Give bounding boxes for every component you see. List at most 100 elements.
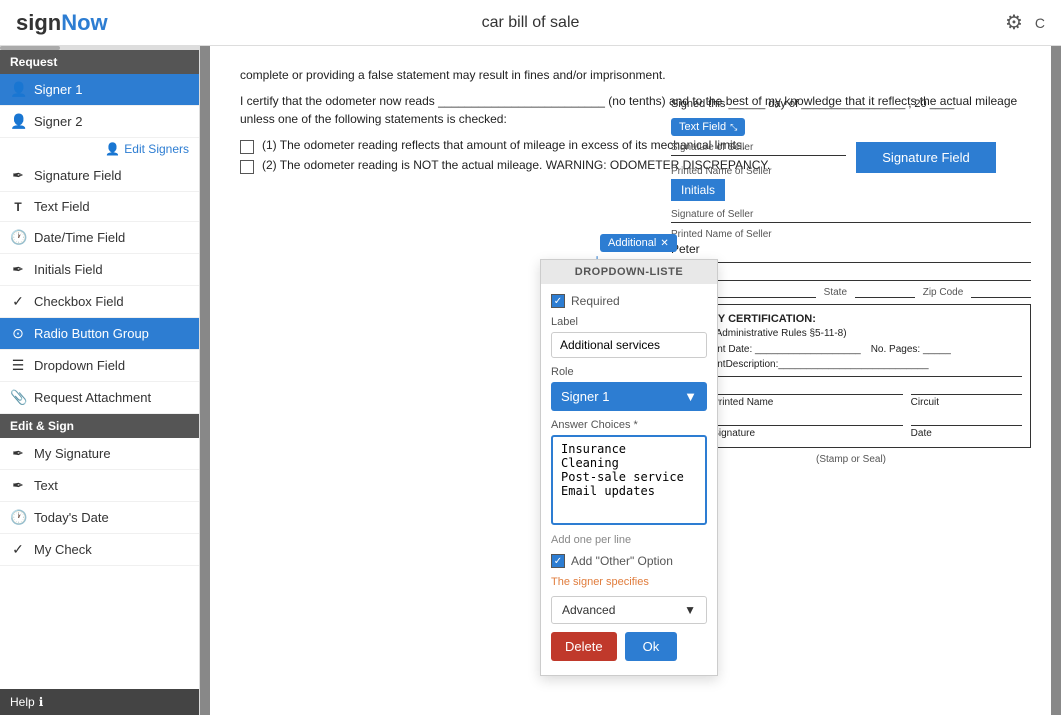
initials-label: Initials <box>681 183 715 197</box>
no-pages-label: No. Pages: _____ <box>871 344 951 355</box>
text-edit-icon: ✒ <box>10 477 26 494</box>
notary-grid: Notary Printed Name Circuit <box>680 376 1022 408</box>
edit-signers-label: Edit Signers <box>124 142 189 156</box>
chevron-down-icon: ▼ <box>684 389 697 404</box>
required-checkbox[interactable]: ✓ <box>551 294 565 308</box>
help-label: Help <box>10 695 35 709</box>
notary-title: NOTARY CERTIFICATION: <box>680 313 1022 325</box>
sidebar-item-text[interactable]: ✒ Text <box>0 470 199 502</box>
circuit-line <box>911 381 1022 395</box>
printed-name-label: Printed Name of Seller <box>671 166 846 177</box>
circuit-label: Circuit <box>911 397 1022 408</box>
chevron-advanced-icon: ▼ <box>684 603 696 617</box>
sidebar-item-my-signature[interactable]: ✒ My Signature <box>0 438 199 470</box>
settings-icon[interactable]: ⚙ <box>1005 10 1023 35</box>
text-field-label: Text Field <box>679 121 726 133</box>
edit-signers-button[interactable]: 👤 Edit Signers <box>0 138 199 160</box>
address-line <box>671 280 1031 281</box>
delete-button[interactable]: Delete <box>551 632 617 661</box>
modal-header: DROPDOWN-LISTE <box>541 260 717 284</box>
initials-bubble[interactable]: Initials <box>671 179 725 201</box>
label-section-label: Label <box>551 316 707 328</box>
label-input[interactable] <box>551 332 707 358</box>
help-button[interactable]: Help ℹ <box>0 689 199 715</box>
signer2-icon: 👤 <box>10 113 26 130</box>
sidebar-item-todays-date[interactable]: 🕐 Today's Date <box>0 502 199 534</box>
signature-field-bubble[interactable]: Signature Field <box>856 142 996 173</box>
check-icon: ✓ <box>10 541 26 558</box>
add-other-row: ✓ Add "Other" Option <box>551 554 707 568</box>
signer1-label: Signer 1 <box>34 82 82 97</box>
signature-field-label: Signature Field <box>882 150 969 165</box>
dropdown-modal: DROPDOWN-LISTE ✓ Required Label Role Sig… <box>540 259 718 676</box>
datetime-field-label: Date/Time Field <box>34 230 125 245</box>
state-line <box>855 297 915 298</box>
sig-line2 <box>671 222 1031 223</box>
sidebar-item-my-check[interactable]: ✓ My Check <box>0 534 199 566</box>
advanced-button[interactable]: Advanced ▼ <box>551 596 707 624</box>
document-title: car bill of sale <box>482 14 580 32</box>
sig-left: Signature of Seller Printed Name of Sell… <box>671 142 846 201</box>
sidebar-item-datetime-field[interactable]: 🕐 Date/Time Field <box>0 222 199 254</box>
add-other-checkbox[interactable]: ✓ <box>551 554 565 568</box>
required-row: ✓ Required <box>551 294 707 308</box>
notary-date-label: Date <box>911 428 1022 439</box>
sidebar-item-signature-field[interactable]: ✒ Signature Field <box>0 160 199 192</box>
add-one-per-line-label: Add one per line <box>551 534 707 546</box>
sidebar-item-request-attachment[interactable]: 📎 Request Attachment <box>0 382 199 414</box>
text-field-row: Text Field ⤡ <box>671 118 1031 136</box>
text-field-bubble[interactable]: Text Field ⤡ <box>671 118 745 136</box>
ok-button[interactable]: Ok <box>625 632 678 661</box>
answer-choices-label: Answer Choices * <box>551 419 707 431</box>
sig-line1 <box>671 155 846 156</box>
request-section-header: Request <box>0 50 199 74</box>
document-page: complete or providing a false statement … <box>210 46 1051 715</box>
checkbox2[interactable] <box>240 160 254 174</box>
state-label: State <box>824 287 847 298</box>
additional-tag-label: Additional <box>608 237 656 249</box>
answer-choices-textarea[interactable]: Insurance Cleaning Post-sale service Ema… <box>551 435 707 525</box>
right-doc-section: Signed this ______ day of ______________… <box>671 96 1031 465</box>
sidebar-item-checkbox-field[interactable]: ✓ Checkbox Field <box>0 286 199 318</box>
doc-text1: complete or providing a false statement … <box>240 66 1021 84</box>
checkbox-field-label: Checkbox Field <box>34 294 124 309</box>
sig-of-seller-label: Signature of Seller <box>671 142 846 153</box>
signer2-label: Signer 2 <box>34 114 82 129</box>
role-dropdown-button[interactable]: Signer 1 ▼ <box>551 382 707 411</box>
checkbox1[interactable] <box>240 140 254 154</box>
sidebar-item-initials-field[interactable]: ✒ Initials Field <box>0 254 199 286</box>
sidebar-item-text-field[interactable]: T Text Field <box>0 192 199 222</box>
modal-footer: Delete Ok <box>551 632 707 665</box>
sidebar-item-dropdown-field[interactable]: ☰ Dropdown Field <box>0 350 199 382</box>
edit-signers-person-icon: 👤 <box>105 142 120 156</box>
request-attachment-label: Request Attachment <box>34 390 151 405</box>
notary-date-line <box>911 412 1022 426</box>
notary-doc-row: Document Date: ___________________ No. P… <box>680 344 1022 355</box>
sidebar: Request 👤 Signer 1 👤 Signer 2 👤 Edit Sig… <box>0 46 200 715</box>
additional-tag[interactable]: Additional ✕ <box>600 234 677 252</box>
clock-icon: 🕐 <box>10 229 26 246</box>
advanced-label: Advanced <box>562 603 615 617</box>
user-icon[interactable]: C <box>1035 15 1045 31</box>
printed-name-value: Peter <box>671 242 1031 256</box>
signed-this-row: Signed this ______ day of ______________… <box>671 96 1031 110</box>
checkbox-icon: ✓ <box>10 293 26 310</box>
modal-body: ✓ Required Label Role Signer 1 ▼ Answer … <box>541 284 717 675</box>
close-icon[interactable]: ✕ <box>660 238 668 249</box>
role-section-label: Role <box>551 366 707 378</box>
my-signature-label: My Signature <box>34 446 111 461</box>
signer-specifies-label: The signer specifies <box>551 576 707 588</box>
sig-area: Signature of Seller Printed Name of Sell… <box>671 142 1031 201</box>
city-state-zip-row: City State Zip Code <box>671 287 1031 298</box>
sidebar-item-radio-group[interactable]: ⊙ Radio Button Group <box>0 318 199 350</box>
app-logo: signNow <box>16 10 216 36</box>
stamp-label: (Stamp or Seal) <box>671 454 1031 465</box>
sig-right: Signature Field <box>856 142 1031 173</box>
attachment-icon: 📎 <box>10 389 26 406</box>
sidebar-item-signer2[interactable]: 👤 Signer 2 <box>0 106 199 138</box>
notary-sig-row: Notary Signature Date <box>680 408 1022 439</box>
sidebar-item-signer1[interactable]: 👤 Signer 1 <box>0 74 199 106</box>
signer1-icon: 👤 <box>10 81 26 98</box>
dropdown-field-label: Dropdown Field <box>34 358 125 373</box>
radio-group-label: Radio Button Group <box>34 326 149 341</box>
